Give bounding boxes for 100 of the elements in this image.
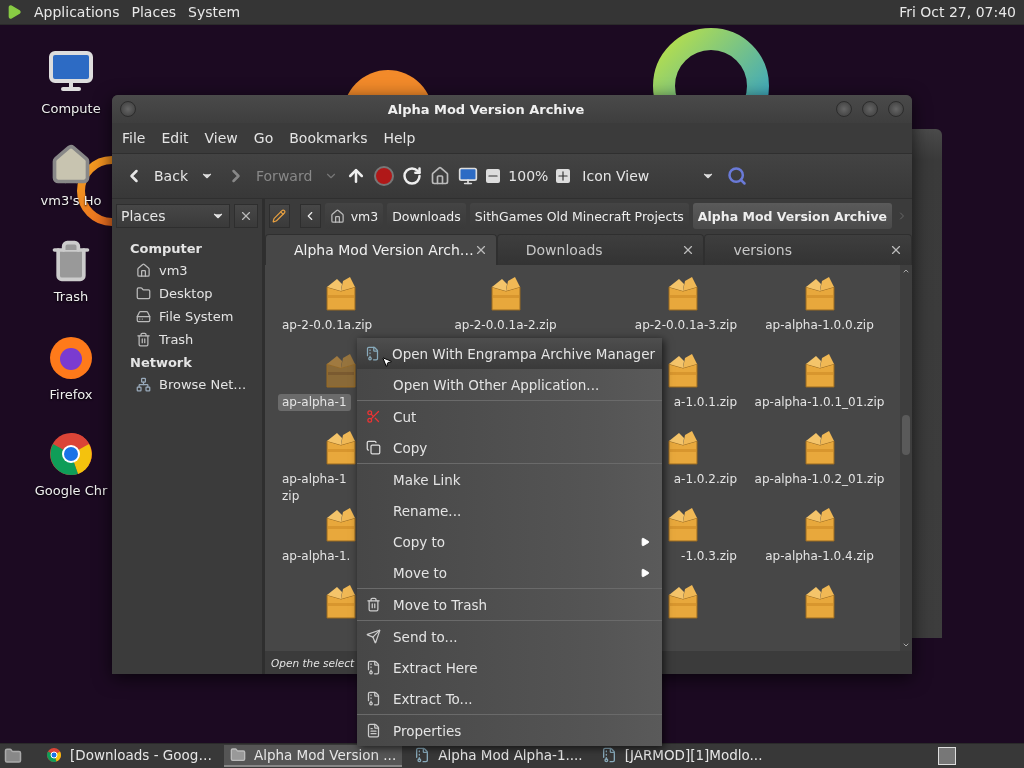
stop-icon[interactable] (374, 166, 395, 186)
zoom-in-icon[interactable] (556, 169, 571, 183)
context-menu-item[interactable]: Open With Engrampa Archive Manager (357, 338, 662, 369)
back-button[interactable]: Back (120, 162, 192, 190)
context-menu-item[interactable]: Copy to (357, 526, 662, 557)
submenu-arrow-icon (640, 567, 650, 578)
scroll-left-button[interactable] (299, 204, 321, 228)
menu-item[interactable]: Bookmarks (283, 126, 374, 150)
tab[interactable]: Downloads (496, 234, 705, 265)
context-menu-item[interactable]: Cut (357, 401, 662, 432)
context-menu-item[interactable]: Open With Other Application... (357, 369, 662, 400)
taskbar-button[interactable]: Alpha Mod Alpha-1.... (408, 745, 589, 767)
desktop-icon-label[interactable]: Trash (53, 289, 89, 304)
context-menu-item[interactable]: Properties (357, 715, 662, 746)
close-icon (239, 209, 253, 223)
context-menu-item[interactable]: Extract To... (357, 683, 662, 714)
document-icon (365, 723, 381, 738)
submenu-arrow-icon (640, 536, 650, 547)
network-icon (136, 377, 151, 392)
home-icon (329, 208, 345, 224)
context-menu-item[interactable]: Make Link (357, 464, 662, 495)
desktop-icon-label[interactable]: Firefox (49, 387, 93, 402)
scroll-up-icon[interactable] (902, 267, 910, 275)
scroll-down-icon[interactable] (902, 641, 910, 649)
clock: Fri Oct 27, 07:40 (899, 4, 1016, 20)
sidebar-item[interactable]: Desktop (126, 282, 262, 305)
browser-icon (48, 335, 94, 381)
file-name[interactable]: ap-alpha-1.0.0.zip (761, 317, 878, 334)
browser-icon (48, 431, 94, 477)
menu-item[interactable]: File (116, 126, 152, 150)
show-desktop-icon[interactable] (4, 747, 22, 765)
file-name[interactable]: a-1.0.2.zip (669, 471, 741, 488)
archive-icon (365, 346, 380, 361)
sidebar-heading: Network (130, 355, 193, 370)
computer-icon[interactable] (458, 166, 479, 186)
file-name[interactable]: ap-alpha-1 zip (278, 471, 351, 505)
desktop-icon-label[interactable]: Google Chr (34, 483, 108, 498)
archive-icon (365, 691, 381, 706)
menu-item[interactable]: View (198, 126, 244, 150)
scrollbar-thumb[interactable] (902, 415, 910, 455)
context-menu-item[interactable]: Send to... (357, 621, 662, 652)
panel-menu[interactable]: Applications (34, 4, 120, 20)
close-sidebar-button[interactable] (234, 204, 258, 228)
sidebar-dropdown[interactable]: Places (116, 204, 230, 228)
file-name[interactable]: ap-alpha-1. (278, 548, 355, 565)
zoom-out-icon[interactable] (486, 169, 501, 183)
browser-icon (46, 747, 62, 763)
breadcrumb[interactable]: Alpha Mod Version Archive (692, 203, 893, 229)
taskbar-button[interactable]: [Downloads - Goog… (40, 745, 218, 767)
file-name[interactable]: ap-2-0.0.1a-2.zip (450, 317, 561, 334)
file-name[interactable]: ap-2-0.0.1a-3.zip (630, 317, 741, 334)
taskbar-button[interactable]: Alpha Mod Version ... (223, 745, 403, 767)
context-menu-item[interactable]: Move to Trash (357, 589, 662, 620)
taskbar-button[interactable]: [JARMOD][1]Modlo... (594, 745, 769, 767)
send-icon (365, 629, 381, 644)
sidebar-item[interactable]: vm3 (126, 259, 262, 282)
view-mode-dropdown[interactable]: Icon View (578, 164, 720, 188)
search-icon[interactable] (727, 166, 748, 186)
pencil-icon (272, 209, 287, 223)
panel-menu[interactable]: System (188, 4, 241, 20)
folder-icon (229, 747, 246, 763)
window-title: Alpha Mod Version Archive (386, 101, 586, 117)
panel-menu[interactable]: Places (131, 4, 177, 20)
sidebar-item[interactable]: File System (126, 305, 262, 328)
sidebar-heading: Computer (130, 241, 204, 256)
zoom-level: 100% (508, 168, 549, 184)
context-menu-item[interactable]: Extract Here (357, 652, 662, 683)
file-name[interactable]: a-1.0.1.zip (669, 394, 741, 411)
archive-icon (414, 747, 431, 763)
app-menu-icon[interactable] (6, 4, 22, 20)
menu-item[interactable]: Edit (155, 126, 195, 150)
menu-item[interactable]: Go (247, 126, 280, 150)
file-name[interactable]: ap-alpha-1.0.1_01.zip (750, 394, 889, 411)
mouse-pointer-icon (381, 356, 393, 368)
archive-icon (365, 660, 381, 675)
home-icon[interactable] (430, 166, 451, 186)
edit-location-button[interactable] (269, 204, 290, 228)
drive-icon (136, 309, 151, 324)
reload-icon[interactable] (402, 166, 423, 186)
desktop-icon-label[interactable]: Compute (41, 101, 101, 116)
context-menu-item[interactable]: Move to (357, 557, 662, 588)
scrollbar[interactable] (900, 265, 912, 651)
file-name[interactable]: ap-2-0.0.1a.zip (278, 317, 377, 334)
menu-item[interactable]: Help (377, 126, 422, 150)
sidebar-item[interactable]: Browse Net… (126, 373, 262, 396)
context-menu-item[interactable]: Copy (357, 432, 662, 463)
context-menu-item[interactable]: Rename... (357, 495, 662, 526)
tab[interactable]: Alpha Mod Version Arch… (265, 234, 497, 265)
sidebar-item[interactable]: Trash (126, 328, 262, 351)
file-name[interactable]: ap-alpha-1.0.2_01.zip (750, 471, 889, 488)
file-name[interactable]: -1.0.3.zip (677, 548, 741, 565)
close-tab-icon[interactable] (889, 243, 903, 257)
tab[interactable]: versions (704, 234, 912, 265)
archive-icon (600, 747, 617, 763)
folder-icon (136, 286, 151, 301)
workspace-switcher[interactable] (938, 747, 956, 765)
file-name[interactable]: ap-alpha-1.0.4.zip (761, 548, 878, 565)
file-name[interactable]: ap-alpha-1 (278, 394, 351, 411)
scissors-icon (365, 409, 381, 424)
trash-icon (136, 332, 151, 347)
